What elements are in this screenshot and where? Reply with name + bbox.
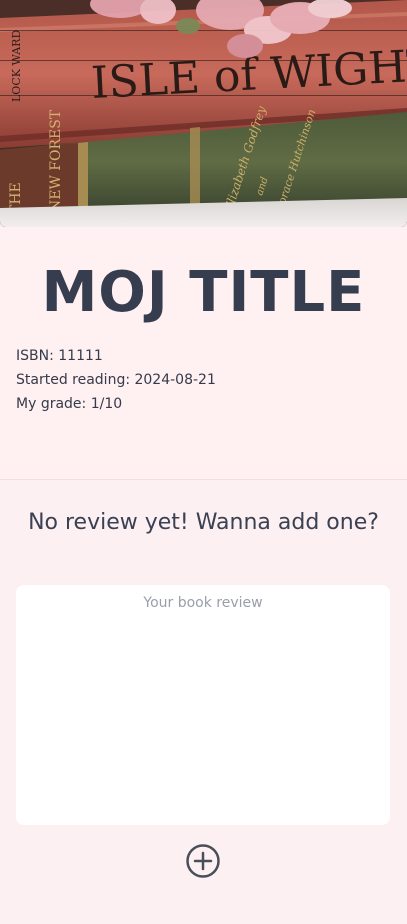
red-book-side-text: LOCK WARD bbox=[10, 30, 23, 102]
isbn-text: ISBN: 11111 bbox=[16, 348, 103, 364]
book-meta: ISBN: 11111 Started reading: 2024-08-21 … bbox=[16, 344, 216, 416]
book-detail-page: ISLE of WIGHT LOCK WARD THE NEW FOREST E… bbox=[0, 0, 407, 924]
green-book-title: NEW FOREST bbox=[48, 109, 64, 212]
books-image: ISLE of WIGHT LOCK WARD THE NEW FOREST E… bbox=[0, 0, 407, 227]
section-divider bbox=[0, 479, 407, 480]
plus-circle-icon bbox=[186, 844, 220, 878]
book-title: MOJ TITLE bbox=[41, 260, 366, 325]
review-textarea[interactable] bbox=[16, 585, 390, 825]
started-reading-text: Started reading: 2024-08-21 bbox=[16, 372, 216, 388]
grade-text: My grade: 1/10 bbox=[16, 396, 123, 412]
no-review-message: No review yet! Wanna add one? bbox=[28, 510, 379, 535]
book-cover-photo: ISLE of WIGHT LOCK WARD THE NEW FOREST E… bbox=[0, 0, 407, 227]
add-review-button[interactable] bbox=[185, 843, 221, 879]
